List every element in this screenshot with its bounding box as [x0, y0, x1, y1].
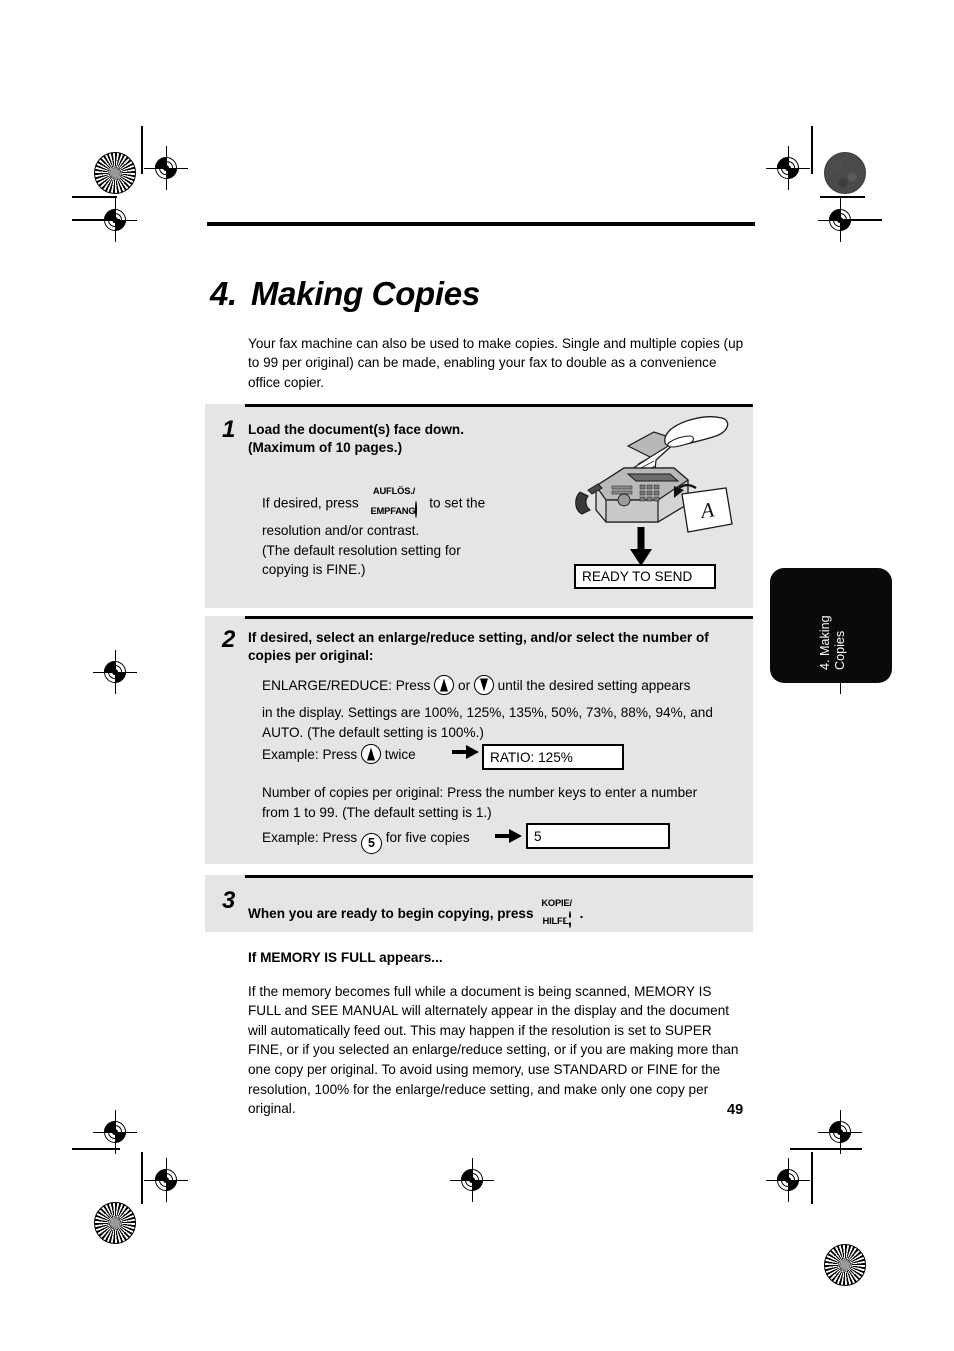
enlarge-reduce-line2: in the display. Settings are 100%, 125%,… [262, 705, 713, 720]
trim-line-top-horizontal-right [820, 196, 865, 198]
page-number: 49 [727, 1102, 744, 1118]
resolution-button-label-line1: AUFLÖS./ [372, 485, 416, 496]
memory-note-body: If the memory becomes full while a docum… [248, 983, 739, 1117]
arrow-up-key-icon-example[interactable] [360, 744, 381, 764]
trim-line-bottom-right-vertical [811, 1152, 813, 1204]
step-2-example-copies-line: Example: Press 5 for five copies [262, 828, 522, 854]
ratio-arrow-head [466, 745, 479, 759]
arrow-down-key-icon[interactable] [473, 675, 494, 695]
step-3-top-rule [245, 875, 753, 878]
chapter-title-text: Making Copies [250, 275, 480, 313]
trim-line-bottom-horizontal-right [790, 1148, 862, 1150]
step-1-heading: Load the document(s) face down. (Maximum… [248, 421, 568, 457]
registration-crosshair-bottom-left-inner [144, 1158, 188, 1202]
step-1-top-rule [245, 404, 753, 407]
step-2-settings-text: in the display. Settings are 100%, 125%,… [262, 703, 752, 742]
registration-crosshair-top-right-inner [766, 146, 810, 190]
step-2-heading: If desired, select an enlarge/reduce set… [248, 629, 748, 665]
header-rule [207, 222, 755, 226]
enlarge-reduce-or: or [458, 678, 471, 693]
step-1-body-line4: copying is FINE.) [262, 562, 366, 578]
memory-note-heading: If MEMORY IS FULL appears... [248, 950, 443, 965]
step-1-heading-line2: (Maximum of 10 pages.) [248, 440, 403, 455]
step-3-heading-pre: When you are ready to begin copying, pre… [248, 906, 534, 921]
registration-crosshair-bottom-center [450, 1158, 494, 1202]
step-1-heading-line1: Load the document(s) face down. [248, 422, 464, 437]
registration-blob-mark-top-right [824, 152, 866, 194]
chapter-side-tab-label: 4. Making Copies [818, 615, 847, 670]
step-1-number: 1 [222, 416, 236, 443]
step-1-body-line2: resolution and/or contrast. [262, 523, 420, 538]
trim-line-top-horizontal-left-2 [72, 219, 120, 221]
registration-crosshair-left-mid [93, 650, 137, 694]
enlarge-reduce-tail: until the desired setting appears [497, 678, 691, 693]
copy-help-button[interactable]: KOPIE/ HILFE [541, 893, 572, 929]
step-3-heading-post: . [579, 906, 584, 921]
display-copies-text: 5 [534, 828, 542, 844]
display-ready-to-send: READY TO SEND [574, 564, 716, 589]
step-2-copies-text: Number of copies per original: Press the… [262, 783, 752, 822]
step-1-body-pre: If desired, press [262, 495, 359, 511]
display-copies: 5 [526, 823, 670, 849]
step-1-body-continued: resolution and/or contrast. (The default… [262, 521, 562, 580]
example-ratio-pre: Example: Press [262, 747, 358, 762]
trim-line-top-right-vertical [811, 126, 813, 174]
trim-line-bottom-horizontal-left [72, 1148, 120, 1150]
chapter-number: 4. [210, 275, 237, 313]
enlarge-reduce-line3: AUTO. (The default setting is 100%.) [262, 724, 484, 740]
resolution-reception-button[interactable]: AUFLÖS./ EMPFANG [371, 480, 418, 519]
step-1-body-post: to set the [429, 495, 486, 511]
step-2-number: 2 [222, 626, 236, 653]
step-3-number: 3 [222, 887, 236, 914]
display-ready-to-send-text: READY TO SEND [582, 569, 693, 584]
intro-paragraph: Your fax machine can also be used to mak… [248, 335, 744, 390]
fax-illustration-svg: A [575, 416, 733, 533]
example-copies-pre: Example: Press [262, 830, 358, 845]
registration-crosshair-bottom-right-inner [766, 1158, 810, 1202]
registration-star-mark-bottom-left [94, 1202, 136, 1244]
step-2-heading-line2: copies per original: [248, 648, 374, 663]
fax-machine-illustration: A [566, 412, 754, 552]
trim-line-bottom-left-vertical [141, 1152, 143, 1204]
button-oval-icon [415, 500, 418, 518]
example-ratio-post: twice [384, 747, 416, 762]
step-2-enlarge-reduce-line: ENLARGE/REDUCE: Press or until the desir… [262, 675, 752, 696]
chapter-side-tab: 4. Making Copies [770, 568, 892, 683]
copy-button-label-line1: KOPIE/ [541, 897, 572, 908]
resolution-button-label-line2: EMPFANG [370, 504, 416, 516]
arrow-up-key-icon[interactable] [434, 675, 455, 695]
step-1-body: If desired, press AUFLÖS./ EMPFANG to se… [262, 480, 562, 519]
page-title: 4. Making Copies [210, 275, 480, 313]
trim-line-top-left-vertical [141, 126, 143, 174]
number-key-5-icon[interactable]: 5 [360, 833, 382, 854]
button-oval-icon-small [568, 911, 571, 928]
step-2-heading-line1: If desired, select an enlarge/reduce set… [248, 630, 709, 645]
copies-arrow-head [509, 829, 522, 843]
step-3-heading: When you are ready to begin copying, pre… [248, 893, 668, 929]
trim-line-top-horizontal-right-2 [832, 219, 882, 221]
registration-star-mark-top-left [94, 152, 136, 194]
trim-line-top-horizontal-left [72, 196, 117, 198]
step-2-top-rule [245, 616, 753, 619]
copies-line2: from 1 to 99. (The default setting is 1.… [262, 804, 492, 820]
display-ratio-text: RATIO: 125% [490, 749, 573, 765]
down-arrow-icon [630, 527, 652, 566]
registration-star-mark-bottom-right [824, 1244, 866, 1286]
step-1-body-line3: (The default resolution setting for [262, 542, 461, 558]
display-ratio: RATIO: 125% [482, 744, 624, 770]
copies-line1: Number of copies per original: Press the… [262, 785, 698, 800]
example-copies-post: for five copies [385, 830, 470, 845]
enlarge-reduce-label: ENLARGE/REDUCE: Press [262, 678, 431, 693]
registration-crosshair-top-left-inner [144, 146, 188, 190]
page-canvas: 4. Making Copies Your fax machine can als… [0, 0, 954, 1351]
